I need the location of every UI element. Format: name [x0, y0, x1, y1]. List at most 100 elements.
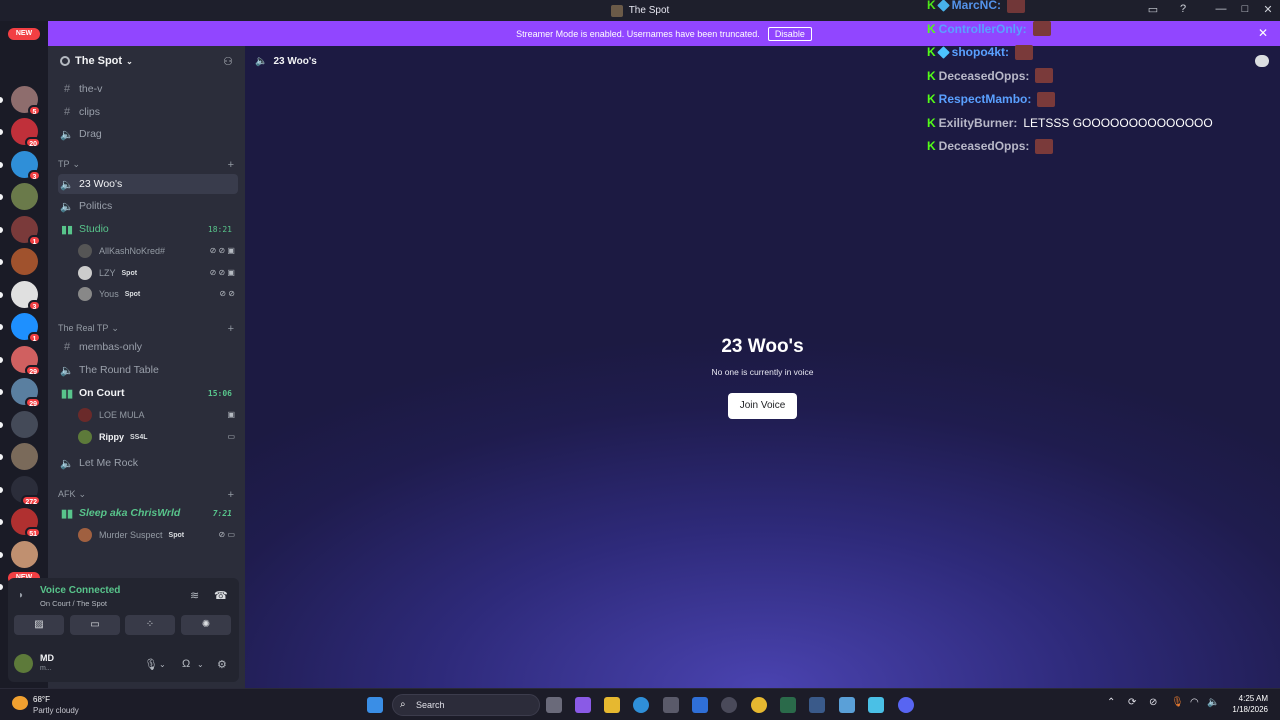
noise-suppression-icon[interactable]: ≋: [190, 589, 199, 602]
server-icon[interactable]: [11, 248, 38, 275]
channel-clips[interactable]: # clips: [58, 102, 238, 122]
kick-icon: K: [927, 45, 936, 59]
avatar: [78, 408, 92, 422]
add-member-icon[interactable]: ⚇: [223, 55, 233, 68]
start-icon[interactable]: [367, 697, 383, 713]
signal-icon[interactable]: ◗: [18, 590, 24, 601]
close-icon[interactable]: ✕: [1258, 26, 1268, 40]
channel-the-round-table[interactable]: 🔈 The Round Table: [58, 360, 238, 380]
voice-status[interactable]: Voice Connected: [40, 585, 120, 596]
steam-icon[interactable]: [809, 697, 825, 713]
category-the-real-tp[interactable]: The Real TP ⌄ +: [58, 323, 238, 335]
chrome-icon[interactable]: [751, 697, 767, 713]
speaker-icon: 🔈: [60, 364, 74, 377]
channel-the-v[interactable]: # the-v: [58, 79, 238, 99]
soundboard-button[interactable]: ✺: [181, 615, 231, 635]
channel-on-court[interactable]: ▮▮ On Court 15:06: [58, 383, 238, 403]
speaker-icon: 🔈: [60, 200, 74, 213]
close-window-button[interactable]: ✕: [1260, 3, 1276, 16]
channel-timer: 7:21: [212, 508, 232, 518]
sync-icon[interactable]: ⟳: [1128, 697, 1136, 708]
microphone-icon[interactable]: 🎙: [1171, 697, 1184, 708]
chevron-down-icon[interactable]: ⌄: [197, 660, 204, 669]
app-icon[interactable]: [721, 697, 737, 713]
avatar: [78, 430, 92, 444]
screen-share-button[interactable]: ▭: [70, 615, 120, 635]
server-icon[interactable]: 3: [11, 150, 41, 181]
voice-user[interactable]: Rippy SS4L: [78, 428, 148, 446]
channel-studio[interactable]: ▮▮ Studio 18:21: [58, 219, 238, 239]
channel-let-me-rock[interactable]: 🔈 Let Me Rock: [58, 453, 238, 473]
server-icon[interactable]: 272: [11, 475, 41, 506]
task-view-icon[interactable]: [546, 697, 562, 713]
voice-user[interactable]: Yous Spot: [78, 285, 140, 303]
chevron-down-icon[interactable]: ⌄: [159, 660, 166, 669]
channel-drag[interactable]: 🔈 Drag: [58, 124, 238, 144]
soundboard-icon: ✺: [201, 619, 211, 630]
server-icon[interactable]: 3: [11, 280, 41, 311]
mail-icon[interactable]: [692, 697, 708, 713]
kick-icon: K: [927, 115, 936, 130]
file-explorer-icon[interactable]: [604, 697, 620, 713]
disconnect-icon[interactable]: ☎: [214, 589, 228, 602]
muted-icon[interactable]: ⊘: [1149, 697, 1157, 708]
chat-message: K ControllerOnly:: [927, 20, 1051, 38]
store-icon[interactable]: [663, 697, 679, 713]
copilot-icon[interactable]: [575, 697, 591, 713]
edge-icon[interactable]: [633, 697, 649, 713]
add-channel-icon[interactable]: +: [228, 159, 234, 171]
taskbar-search[interactable]: ⌕ Search: [392, 694, 540, 716]
taskbar: 68°F Partly cloudy ⌕ Search ⌃ ⟳ ⊘ 🎙 ◠ 🔈 …: [0, 688, 1280, 720]
server-icon[interactable]: 1: [11, 313, 41, 343]
channel-politics[interactable]: 🔈 Politics: [58, 196, 238, 216]
channel-membas-only[interactable]: # membas-only: [58, 337, 238, 357]
category-afk[interactable]: AFK ⌄ +: [58, 489, 238, 501]
server-icon[interactable]: 29: [11, 345, 41, 376]
add-channel-icon[interactable]: +: [228, 323, 234, 335]
chat-username: ControllerOnly:: [938, 21, 1027, 36]
wifi-icon[interactable]: ◠: [1190, 697, 1199, 708]
server-icon[interactable]: 20: [11, 118, 41, 148]
category-tp[interactable]: TP ⌄ +: [58, 159, 238, 171]
server-icon[interactable]: 29: [11, 378, 41, 408]
emote-icon: [1015, 44, 1034, 60]
server-icon[interactable]: [11, 183, 38, 210]
avatar: [78, 244, 92, 258]
voice-user[interactable]: LZY Spot: [78, 264, 137, 282]
server-icon[interactable]: 51: [11, 508, 41, 538]
emote-icon: [1035, 68, 1054, 83]
server-icon[interactable]: [11, 540, 38, 568]
mention-badge: 29: [25, 397, 41, 408]
server-icon[interactable]: 1: [11, 215, 41, 246]
unread-pill: [0, 519, 3, 525]
camera-button[interactable]: ▨: [14, 615, 64, 635]
volume-icon[interactable]: 🔈: [1207, 697, 1219, 708]
server-icon[interactable]: [11, 410, 38, 438]
microphone-icon[interactable]: 🎙: [144, 658, 158, 671]
notepad-icon[interactable]: [868, 697, 884, 713]
voice-channel-path[interactable]: On Court / The Spot: [40, 599, 107, 608]
xbox-icon[interactable]: [780, 697, 796, 713]
gear-icon[interactable]: ⚙: [217, 658, 227, 671]
activities-button[interactable]: ⁘: [125, 615, 175, 635]
photos-icon[interactable]: [839, 697, 855, 713]
server-icon[interactable]: 5: [11, 85, 41, 116]
voice-user[interactable]: Murder Suspect Spot: [78, 526, 184, 544]
add-channel-icon[interactable]: +: [228, 489, 234, 501]
voice-user[interactable]: LOE MULA: [78, 406, 145, 424]
chevron-up-icon[interactable]: ⌃: [1107, 697, 1115, 708]
discord-icon[interactable]: [898, 697, 914, 713]
mention-badge: 51: [25, 527, 41, 538]
guild-header[interactable]: The Spot ⌄: [60, 55, 133, 67]
user-panel[interactable]: MD m... 🎙 ⌄ Ω ⌄ ⚙: [12, 650, 235, 678]
channel-23-woos[interactable]: 🔈 23 Woo's: [58, 174, 238, 194]
chat-icon[interactable]: [1255, 55, 1269, 67]
disable-streamer-mode-button[interactable]: Disable: [767, 26, 812, 41]
chat-message: K MarcNC:: [927, 0, 1026, 14]
clock[interactable]: 4:25 AM 1/18/2026: [1232, 693, 1268, 715]
voice-user[interactable]: AllKashNoKred#: [78, 242, 165, 260]
join-voice-button[interactable]: Join Voice: [728, 393, 797, 419]
channel-afk[interactable]: ▮▮ Sleep aka ChrisWrld 7:21: [58, 503, 238, 523]
headphones-icon[interactable]: Ω: [182, 658, 190, 670]
server-icon[interactable]: [11, 443, 38, 470]
